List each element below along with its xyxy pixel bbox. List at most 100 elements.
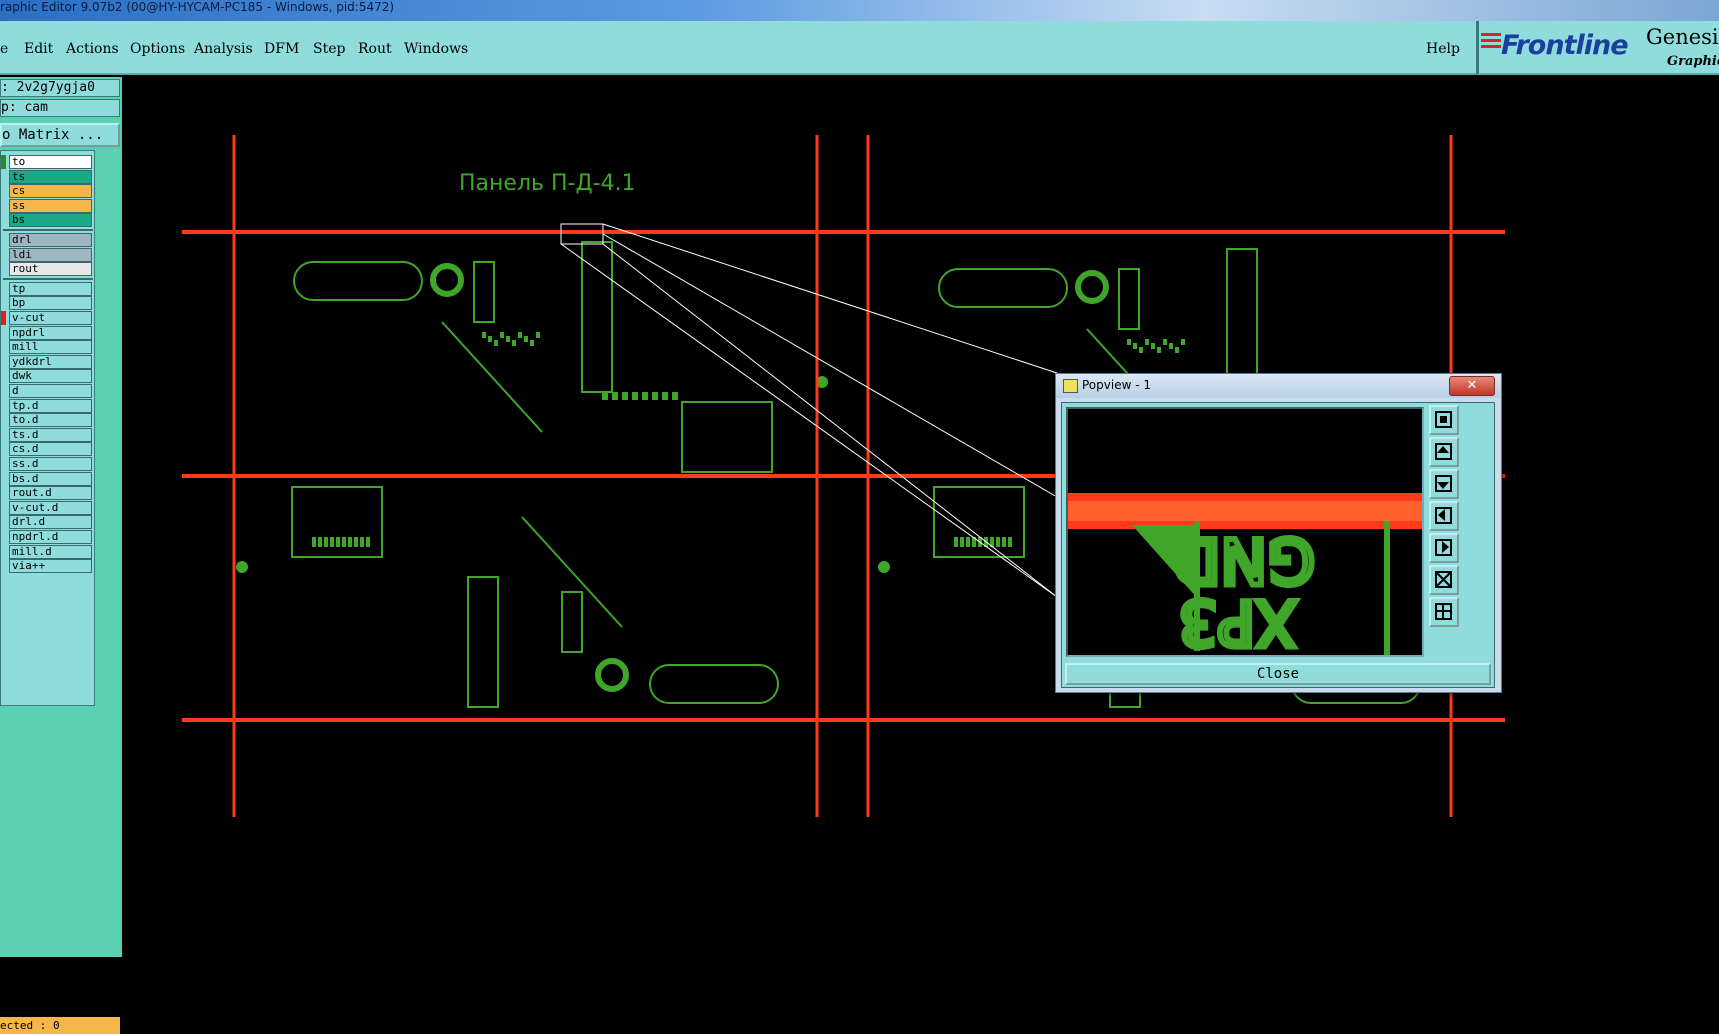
- layer-item-dwk[interactable]: dwk: [9, 369, 92, 384]
- menu-dfm[interactable]: DFM: [264, 41, 299, 57]
- smd-pad: [500, 332, 504, 338]
- pan-up-icon[interactable]: [1429, 437, 1459, 467]
- smd-pad: [312, 537, 316, 547]
- smd-pad: [348, 537, 352, 547]
- layer-item-d[interactable]: d: [9, 384, 92, 398]
- layer-item-ts-d[interactable]: ts.d: [9, 427, 92, 442]
- smd-pad: [1157, 347, 1161, 353]
- layer-item-bs[interactable]: bs: [9, 213, 92, 228]
- ic-outline: [1118, 268, 1140, 330]
- smd-pad: [642, 392, 648, 400]
- layer-item-v-cut-d[interactable]: v-cut.d: [9, 500, 92, 515]
- layer-item-tp-d[interactable]: tp.d: [9, 398, 92, 413]
- menu-edit[interactable]: Edit: [24, 41, 53, 57]
- active-layer-marker: [1, 311, 6, 325]
- product-name: Genesis: [1646, 25, 1719, 49]
- zoom-in-icon[interactable]: [1429, 565, 1459, 595]
- layer-item-mill[interactable]: mill: [9, 340, 92, 355]
- smd-pad: [1175, 347, 1179, 353]
- work-layer-marker: [1, 155, 6, 169]
- smd-pad: [662, 392, 668, 400]
- layer-item-tp[interactable]: tp: [9, 281, 92, 296]
- vcut-band-inner: [1068, 501, 1422, 521]
- frontline-logo-icon: [1481, 33, 1501, 55]
- layer-item-drl-d[interactable]: drl.d: [9, 515, 92, 530]
- smd-pad: [1133, 343, 1137, 349]
- zoom-connector-line: [602, 243, 1058, 598]
- menu-help[interactable]: Help: [1426, 41, 1460, 57]
- menu-windows[interactable]: Windows: [404, 41, 468, 57]
- connector-outline: [649, 664, 779, 704]
- layer-item-ss[interactable]: ss: [9, 198, 92, 213]
- step-label: p: cam: [0, 99, 120, 117]
- smd-pad: [1163, 339, 1167, 345]
- product-subtitle: Graphic: [1667, 54, 1719, 69]
- smd-pad: [1002, 537, 1006, 547]
- zoom-out-icon[interactable]: [1429, 597, 1459, 627]
- layer-group-separator: [3, 277, 93, 280]
- smd-pad: [652, 392, 658, 400]
- zoom-fit-icon[interactable]: [1429, 405, 1459, 435]
- window-title: raphic Editor 9.07b2 (00@HY-HYCAM-PC185 …: [0, 0, 395, 14]
- menu-analysis[interactable]: Analysis: [194, 41, 253, 57]
- layer-item-ldi[interactable]: ldi: [9, 247, 92, 262]
- layer-item-to[interactable]: to: [9, 155, 92, 169]
- smd-pad: [360, 537, 364, 547]
- menu-options[interactable]: Options: [130, 41, 185, 57]
- smd-pad: [1008, 537, 1012, 547]
- connector-outline: [293, 261, 423, 301]
- smd-pad: [622, 392, 628, 400]
- brand-name: Frontline: [1501, 30, 1629, 61]
- layer-item-cs[interactable]: cs: [9, 184, 92, 199]
- layer-item-bs-d[interactable]: bs.d: [9, 471, 92, 486]
- menu-step[interactable]: Step: [313, 41, 345, 57]
- board-edge-outline: [581, 241, 613, 393]
- layer-item-npdrl[interactable]: npdrl: [9, 325, 92, 340]
- popview-titlebar[interactable]: Popview - 1 ✕: [1056, 374, 1501, 398]
- layer-item-ydkdrl[interactable]: ydkdrl: [9, 354, 92, 369]
- menu-rout[interactable]: Rout: [358, 41, 392, 57]
- layer-item-v-cut[interactable]: v-cut: [9, 311, 92, 325]
- layer-item-rout[interactable]: rout: [9, 262, 92, 277]
- zoom-connector-line: [602, 233, 1058, 498]
- layer-item-ss-d[interactable]: ss.d: [9, 457, 92, 471]
- smd-pad: [318, 537, 322, 547]
- pan-left-icon[interactable]: [1429, 501, 1459, 531]
- layer-item-bp[interactable]: bp: [9, 296, 92, 311]
- crystal-pad: [595, 658, 629, 692]
- layer-item-to-d[interactable]: to.d: [9, 413, 92, 428]
- layer-item-npdrl-d[interactable]: npdrl.d: [9, 530, 92, 544]
- layer-item-rout-d[interactable]: rout.d: [9, 486, 92, 501]
- layer-item-ts[interactable]: ts: [9, 169, 92, 184]
- matrix-button[interactable]: o Matrix ...: [0, 123, 120, 147]
- pan-right-icon[interactable]: [1429, 533, 1459, 563]
- close-button[interactable]: Close: [1065, 663, 1491, 685]
- layer-item-cs-d[interactable]: cs.d: [9, 442, 92, 457]
- pan-down-icon[interactable]: [1429, 469, 1459, 499]
- window-icon: [1063, 379, 1078, 393]
- via-pad: [236, 561, 248, 573]
- layer-item-via-[interactable]: via++: [9, 559, 92, 574]
- smd-pad: [996, 537, 1000, 547]
- smd-pad: [672, 392, 678, 400]
- menu-file[interactable]: e: [0, 41, 8, 57]
- ic-outline: [561, 591, 583, 653]
- layer-item-drl[interactable]: drl: [9, 233, 92, 247]
- menu-actions[interactable]: Actions: [66, 41, 119, 57]
- popview-zoom-view[interactable]: GND XP3: [1066, 407, 1424, 657]
- zoom-connector-line: [602, 223, 1058, 374]
- zoom-drawing: GND XP3: [1068, 493, 1422, 655]
- job-label: : 2v2g7ygja0: [0, 79, 120, 97]
- ic-outline: [681, 401, 773, 473]
- popview-dialog: Popview - 1 ✕ GND XP3 Close: [1055, 373, 1502, 693]
- smd-pad: [336, 537, 340, 547]
- close-icon[interactable]: ✕: [1449, 376, 1495, 396]
- window-titlebar: raphic Editor 9.07b2 (00@HY-HYCAM-PC185 …: [0, 0, 1719, 21]
- smd-pad: [1181, 339, 1185, 345]
- smd-pad: [494, 340, 498, 346]
- smd-pad: [960, 537, 964, 547]
- layer-item-mill-d[interactable]: mill.d: [9, 544, 92, 559]
- brand-logo-area: Frontline Genesis Graphic: [1476, 21, 1719, 75]
- smd-pad: [524, 336, 528, 342]
- panel-title: Панель П-Д-4.1: [459, 171, 636, 196]
